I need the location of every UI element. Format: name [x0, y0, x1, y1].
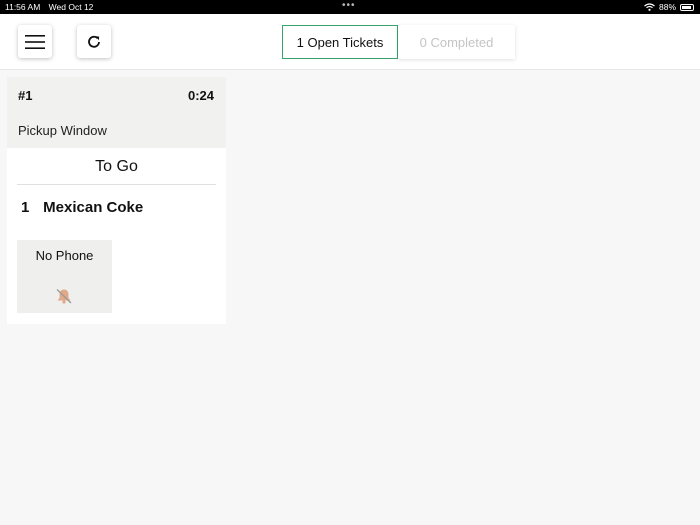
battery-icon: [680, 3, 694, 11]
ticket-tabs: 1 Open Tickets 0 Completed: [282, 25, 515, 59]
status-right: 88%: [644, 0, 694, 14]
no-phone-button[interactable]: No Phone: [17, 240, 112, 313]
top-toolbar: 1 Open Tickets 0 Completed: [0, 14, 700, 70]
wifi-icon: [644, 3, 655, 11]
ticket-elapsed-time: 0:24: [187, 88, 214, 103]
battery-percent: 88%: [658, 2, 676, 12]
refresh-button[interactable]: [77, 25, 111, 58]
tab-open-tickets[interactable]: 1 Open Tickets: [282, 25, 398, 59]
no-phone-label: No Phone: [35, 248, 94, 263]
status-date: Wed Oct 12: [48, 2, 94, 12]
ticket-location: Pickup Window: [18, 123, 107, 138]
hamburger-menu-icon: [25, 34, 45, 49]
line-item: 1 Mexican Coke: [21, 199, 143, 216]
item-quantity: 1: [21, 199, 30, 216]
ticket-number: #1: [18, 88, 33, 103]
refresh-icon: [88, 35, 100, 48]
status-bar: 11:56 AM Wed Oct 12 ••• 88%: [0, 0, 700, 14]
menu-button[interactable]: [18, 25, 52, 58]
bell-off-icon: [56, 289, 72, 304]
multitasking-dots[interactable]: •••: [342, 0, 356, 12]
item-name: Mexican Coke: [43, 199, 144, 216]
ticket-header: #1 0:24 Pickup Window: [7, 77, 226, 148]
ticket-card[interactable]: #1 0:24 Pickup Window To Go 1 Mexican Co…: [7, 77, 226, 324]
status-time: 11:56 AM: [5, 2, 41, 12]
tab-completed[interactable]: 0 Completed: [398, 25, 515, 59]
status-time-date: 11:56 AM Wed Oct 12: [5, 0, 99, 14]
order-type: To Go: [17, 149, 216, 185]
